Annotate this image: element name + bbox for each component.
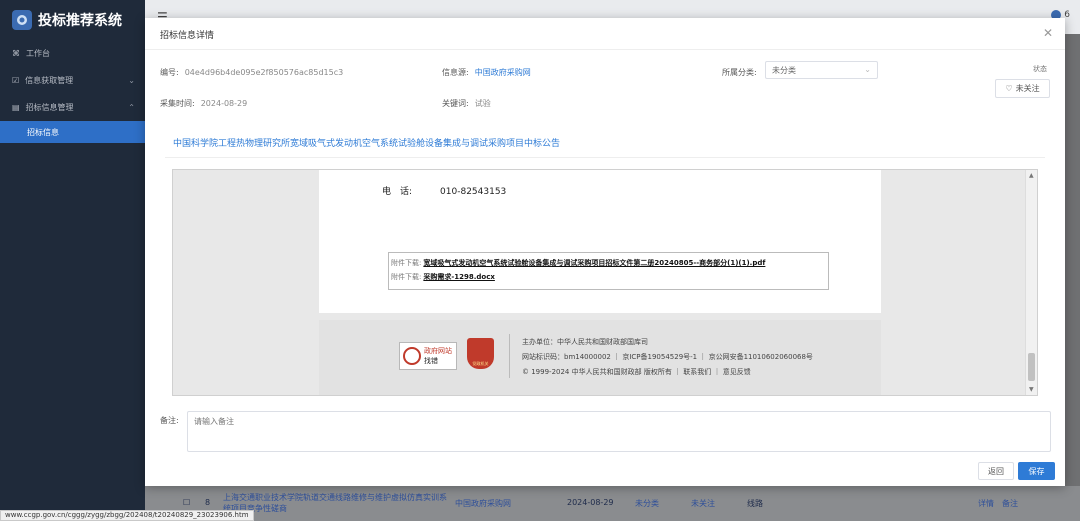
gov-logo-text: 政府网站 [424,347,452,355]
embedded-page-frame[interactable]: 电 话: 010-82543153 附件下载: 宽域吸气式发动机空气系统试验舱设备集… [172,169,1038,396]
edit-icon: ☑ [12,76,20,85]
keyword-label: 关键词: [442,99,469,108]
embedded-page-content: 电 话: 010-82543153 附件下载: 宽域吸气式发动机空气系统试验舱设备集… [319,170,881,313]
save-button[interactable]: 保存 [1018,462,1055,480]
attachment-item: 附件下载: 采购需求-1298.docx [391,272,828,286]
close-icon[interactable]: ✕ [1043,26,1053,40]
time-label: 采集时间: [160,99,195,108]
badge-text: 党政机关 [472,361,489,366]
chevron-down-icon: ⌄ [128,76,135,85]
status-bar-url: www.ccgp.gov.cn/cggg/zygg/zbgg/202408/t2… [0,510,254,521]
sidebar: 投标推荐系统 ⌘ 工作台 ☑ 信息获取管理 ⌄ ▤ 招标信息管理 ⌃ 招标信息 [0,0,145,521]
heart-icon: ♡ [1005,84,1013,93]
follow-button[interactable]: ♡ 未关注 [995,79,1050,98]
attachment-label: 附件下载: [391,273,422,281]
row-remark-link[interactable]: 备注 [1002,498,1018,509]
row-follow: 未关注 [691,499,715,508]
notice-title-link[interactable]: 中国科学院工程热物理研究所宽域吸气式发动机空气系统试验舱设备集成与调试采购项目中… [173,136,560,149]
row-detail-link[interactable]: 详情 [978,498,994,509]
sidebar-item-label: 招标信息管理 [25,103,74,112]
app-title: 投标推荐系统 [38,13,122,29]
remark-label: 备注: [160,416,179,425]
footer-copyright: © 1999-2024 中华人民共和国财政部 版权所有 ｜ 联系我们 ｜ 意见反… [522,368,751,376]
gov-logo-text: 找错 [424,357,438,365]
phone-value: 010-82543153 [440,187,507,197]
row-keyword: 线路 [747,499,763,508]
detail-dialog: 招标信息详情 ✕ 编号: 04e4d96b4de095e2f850576ac85d… [145,18,1065,486]
category-field: 所属分类: [722,67,757,78]
footer-separator [509,334,510,378]
footer-sponsor: 主办单位：中华人民共和国财政部国库司 [522,338,648,346]
checkbox[interactable]: ☐ [183,498,190,507]
folder-icon: ▤ [12,103,20,112]
id-field: 编号: 04e4d96b4de095e2f850576ac85d15c3 [160,67,343,78]
dialog-title: 招标信息详情 [160,31,215,41]
sidebar-item-info-acquisition[interactable]: ☑ 信息获取管理 ⌄ [0,67,145,94]
footer-registration: 网站标识码：bm14000002 ｜ 京ICP备19054529号-1 ｜ 京公… [522,353,813,361]
phone-line: 电 话: 010-82543153 [382,184,506,197]
chevron-up-icon: ⌃ [128,103,135,112]
phone-label: 电 话: [382,187,413,197]
scrollbar-thumb[interactable] [1028,353,1035,381]
attachment-link[interactable]: 宽域吸气式发动机空气系统试验舱设备集成与调试采购项目招标文件第二册2024080… [423,259,765,267]
sidebar-item-bid-info[interactable]: ▤ 招标信息管理 ⌃ [0,94,145,121]
attachment-box: 附件下载: 宽域吸气式发动机空气系统试验舱设备集成与调试采购项目招标文件第二册20… [388,252,829,290]
chevron-down-icon: ⌄ [864,65,871,74]
keyword-value: 试验 [474,99,491,108]
id-value: 04e4d96b4de095e2f850576ac85d15c3 [184,68,344,77]
id-label: 编号: [160,68,179,77]
scroll-up-icon[interactable]: ▲ [1029,172,1034,179]
sidebar-subitem-bid-info[interactable]: 招标信息 [0,121,145,143]
sidebar-item-workbench[interactable]: ⌘ 工作台 [0,40,145,67]
category-label: 所属分类: [722,68,757,77]
user-name-suffix: 6 [1064,10,1070,20]
workbench-icon: ⌘ [12,49,20,58]
attachment-link[interactable]: 采购需求-1298.docx [423,273,495,281]
attachment-label: 附件下载: [391,259,422,267]
time-field: 采集时间: 2024-08-29 [160,98,247,109]
source-label: 信息源: [442,68,469,77]
sidebar-item-label: 工作台 [26,49,50,58]
sidebar-item-label: 信息获取管理 [25,76,74,85]
frame-scrollbar[interactable]: ▲ ▼ [1025,170,1037,395]
category-select[interactable]: 未分类 ⌄ [765,61,878,79]
row-title-line1[interactable]: 上海交通职业技术学院轨道交通线路维修与维护虚拟仿真实训系 [223,492,447,503]
dialog-header: 招标信息详情 ✕ [145,18,1065,50]
back-button[interactable]: 返回 [978,462,1014,480]
table-row: ☐ 8 上海交通职业技术学院轨道交通线路维修与维护虚拟仿真实训系 统项目竞争性磋… [145,486,1080,521]
row-source: 中国政府采购网 [455,499,511,508]
category-selected-value: 未分类 [772,65,796,75]
row-category: 未分类 [635,499,659,508]
source-field: 信息源: 中国政府采购网 [442,67,531,78]
party-gov-badge-icon[interactable]: 党政机关 [467,338,494,369]
app-logo-icon [12,10,32,30]
gov-error-report-logo[interactable]: 政府网站 找错 [399,342,457,370]
status-label: 状态 [1033,65,1047,73]
brand: 投标推荐系统 [0,0,145,40]
follow-label: 未关注 [1015,84,1040,93]
embedded-page-footer: 政府网站 找错 党政机关 主办单位：中华人民共和国财政部国库司 网站标识码：bm… [319,320,881,395]
remark-input[interactable] [187,411,1051,452]
divider [165,157,1045,158]
keyword-field: 关键词: 试验 [442,98,491,109]
attachment-item: 附件下载: 宽域吸气式发动机空气系统试验舱设备集成与调试采购项目招标文件第二册20… [391,258,828,272]
magnifier-icon [403,347,421,365]
scroll-down-icon[interactable]: ▼ [1029,386,1034,393]
row-index: 8 [205,498,211,507]
time-value: 2024-08-29 [200,99,248,108]
sidebar-subitem-label: 招标信息 [27,127,59,137]
row-date: 2024-08-29 [567,498,614,507]
source-link[interactable]: 中国政府采购网 [475,68,531,77]
